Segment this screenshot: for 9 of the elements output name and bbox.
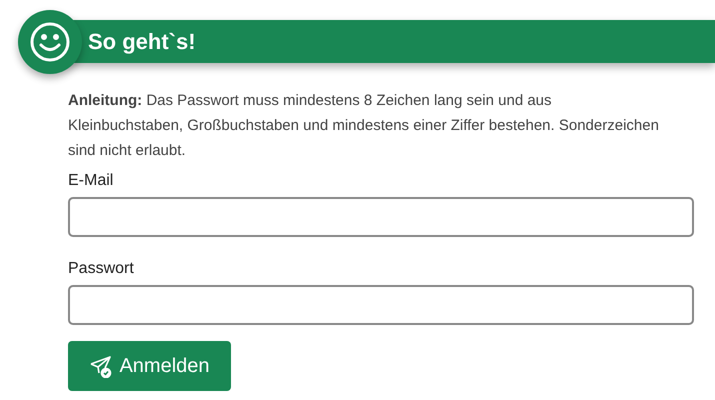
send-check-icon — [89, 354, 114, 378]
input-field[interactable] — [68, 285, 694, 325]
header-title: So geht`s! — [88, 28, 196, 56]
field-label: E-Mail — [68, 171, 114, 191]
instructions-text: Anleitung: Das Passwort muss mindestens 8 Zeichen lang sein und aus Kleinbuchstaben, Großbuchstaben und mindestens einer Ziffer bestehen. Sonderzeichen sind nicht erlaubt. — [68, 91, 660, 161]
smiley-icon — [29, 21, 71, 63]
input-field[interactable] — [68, 197, 694, 237]
login-button[interactable]: Anmelden — [68, 341, 231, 391]
field-label: Passwort — [68, 259, 135, 279]
